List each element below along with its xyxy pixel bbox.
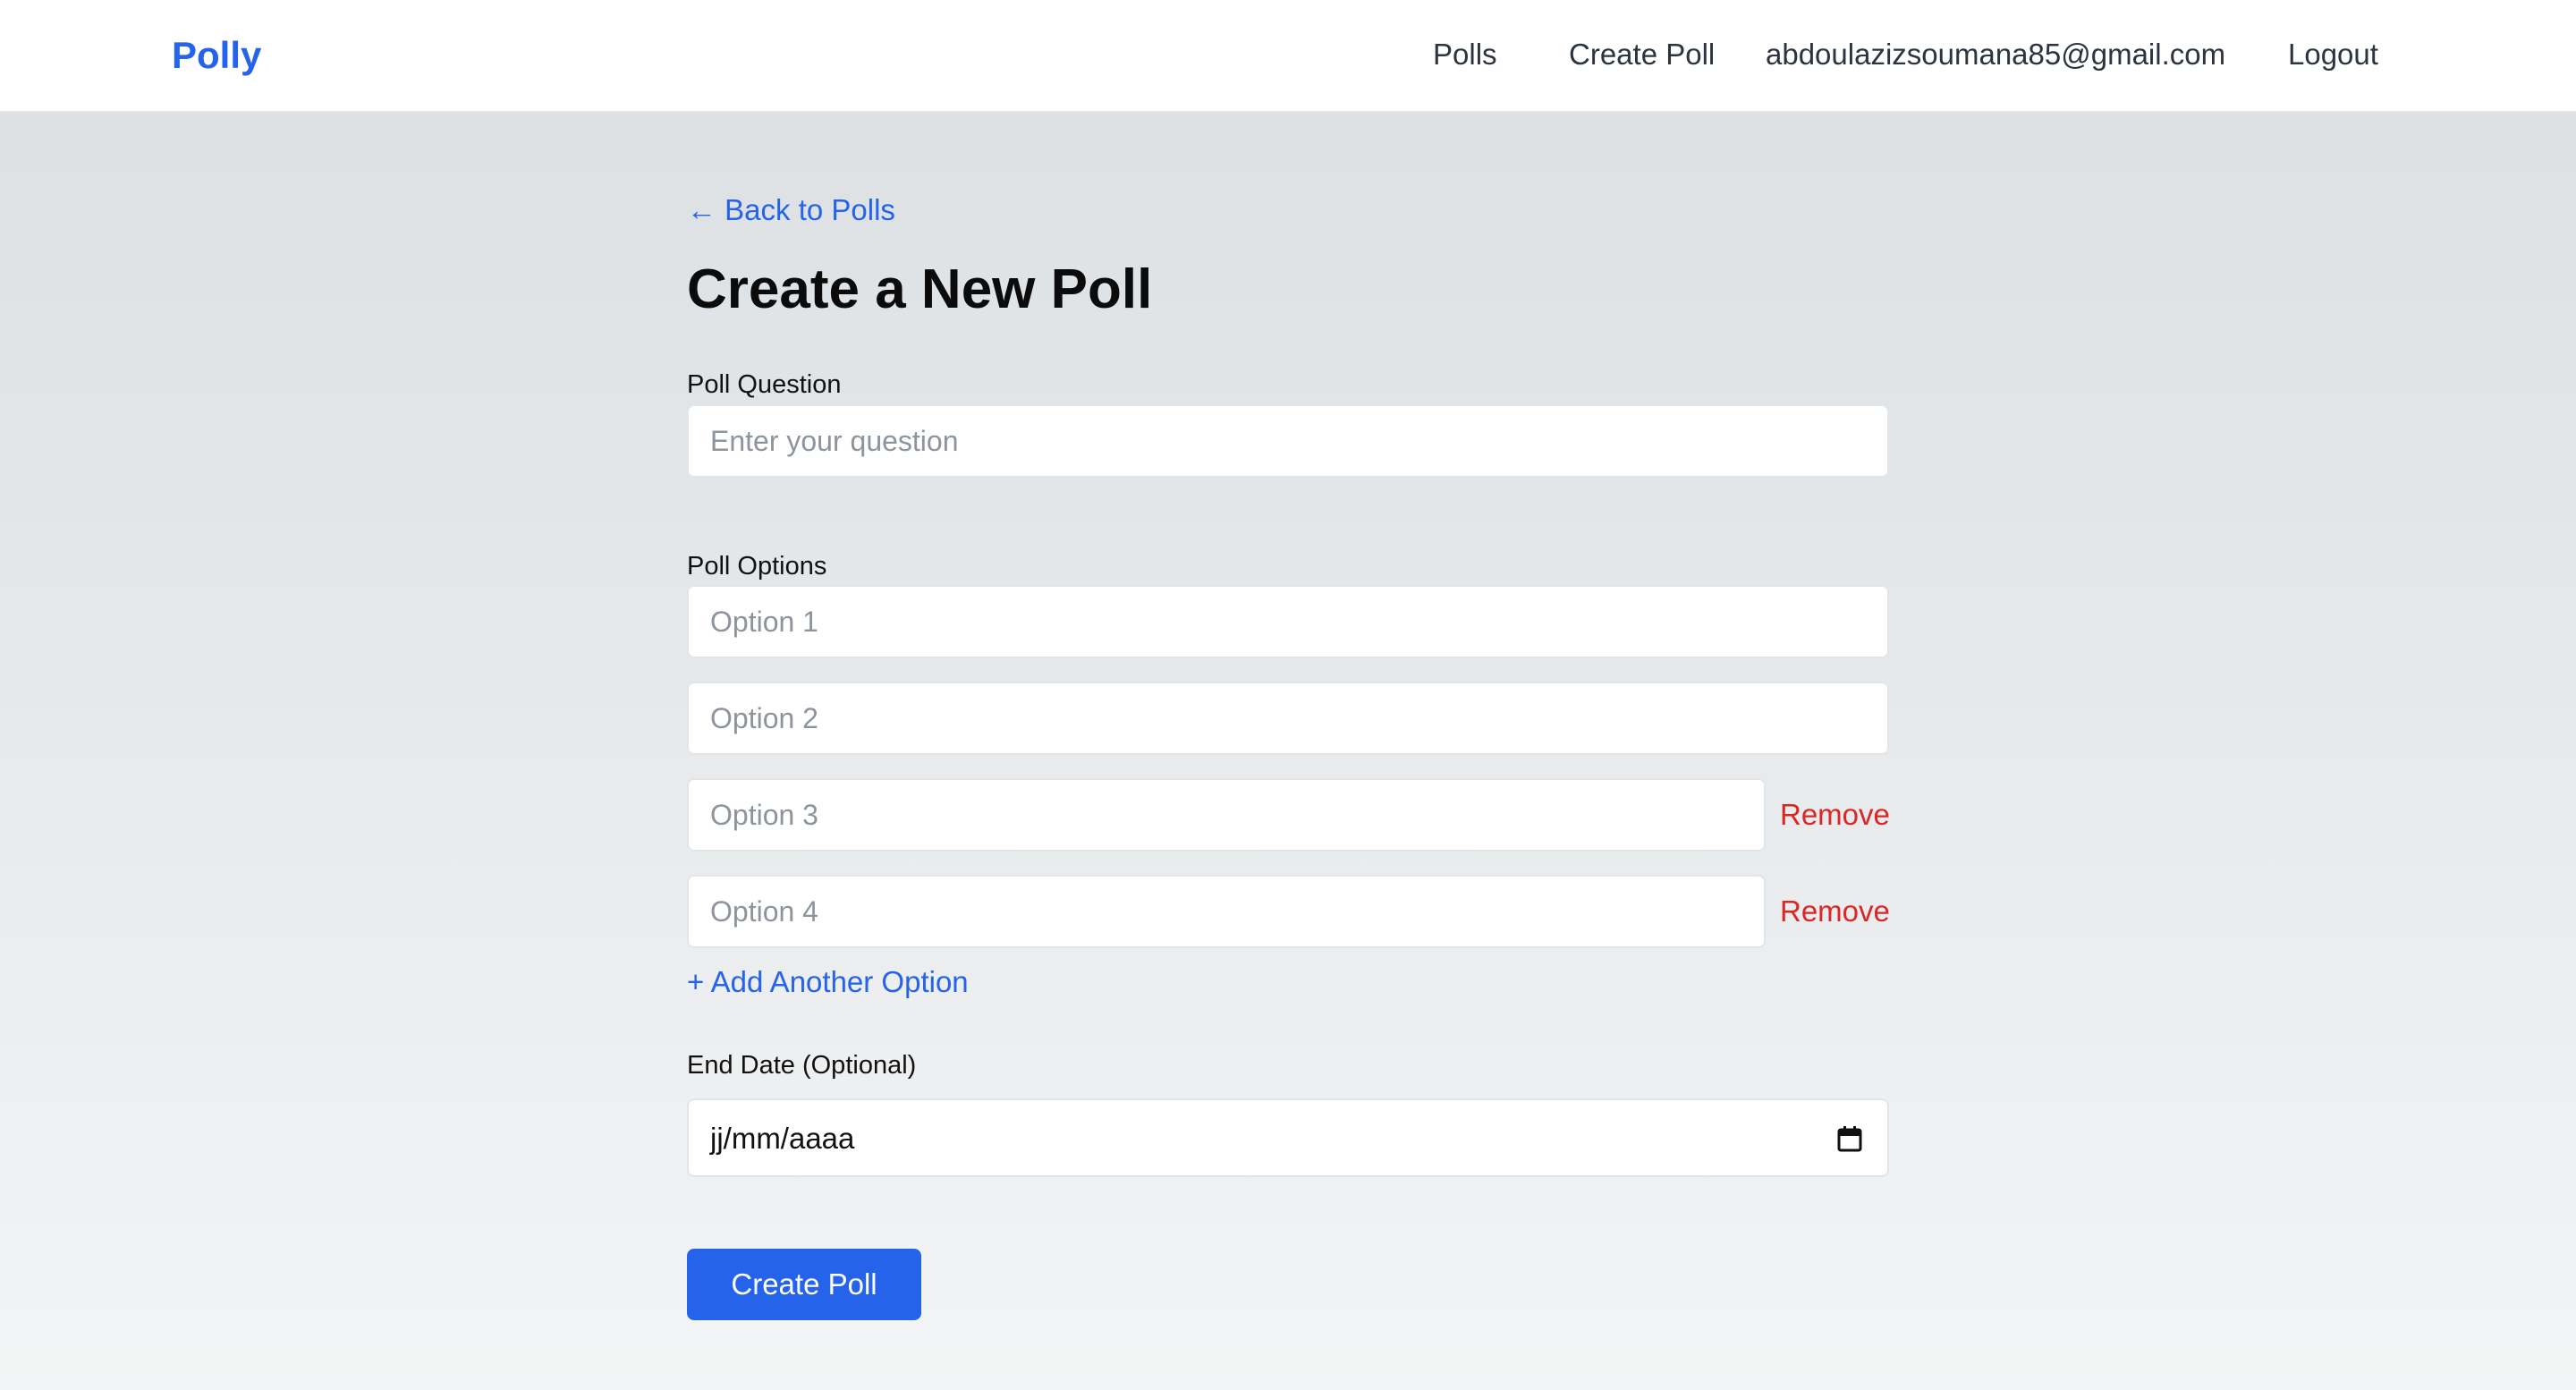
option-1-input[interactable] — [687, 585, 1889, 658]
calendar-icon[interactable] — [1837, 1125, 1862, 1152]
option-4-input[interactable] — [687, 875, 1766, 948]
poll-question-input[interactable] — [687, 404, 1889, 478]
brand-logo[interactable]: Polly — [172, 30, 261, 81]
logout-button[interactable]: Logout — [2288, 32, 2378, 77]
page-title: Create a New Poll — [687, 259, 1153, 320]
nav-create-poll-link[interactable]: Create Poll — [1569, 32, 1715, 77]
poll-options-label: Poll Options — [687, 552, 827, 581]
remove-option-3-button[interactable]: Remove — [1780, 792, 1890, 837]
top-navbar: Polly Polls Create Poll abdoulazizsouman… — [0, 0, 2576, 113]
nav-polls-link[interactable]: Polls — [1433, 32, 1497, 77]
remove-option-4-button[interactable]: Remove — [1780, 889, 1890, 934]
create-poll-submit-button[interactable]: Create Poll — [687, 1249, 921, 1320]
add-option-button[interactable]: + Add Another Option — [687, 960, 969, 1004]
user-email: abdoulazizsoumana85@gmail.com — [1766, 38, 2226, 71]
end-date-placeholder: jj/mm/aaaa — [710, 1122, 855, 1155]
option-2-input[interactable] — [687, 682, 1889, 755]
option-3-input[interactable] — [687, 778, 1766, 852]
poll-question-label: Poll Question — [687, 370, 842, 399]
end-date-input[interactable]: jj/mm/aaaa — [687, 1098, 1889, 1177]
end-date-label: End Date (Optional) — [687, 1051, 917, 1080]
back-to-polls-link[interactable]: ← Back to Polls — [687, 188, 895, 233]
